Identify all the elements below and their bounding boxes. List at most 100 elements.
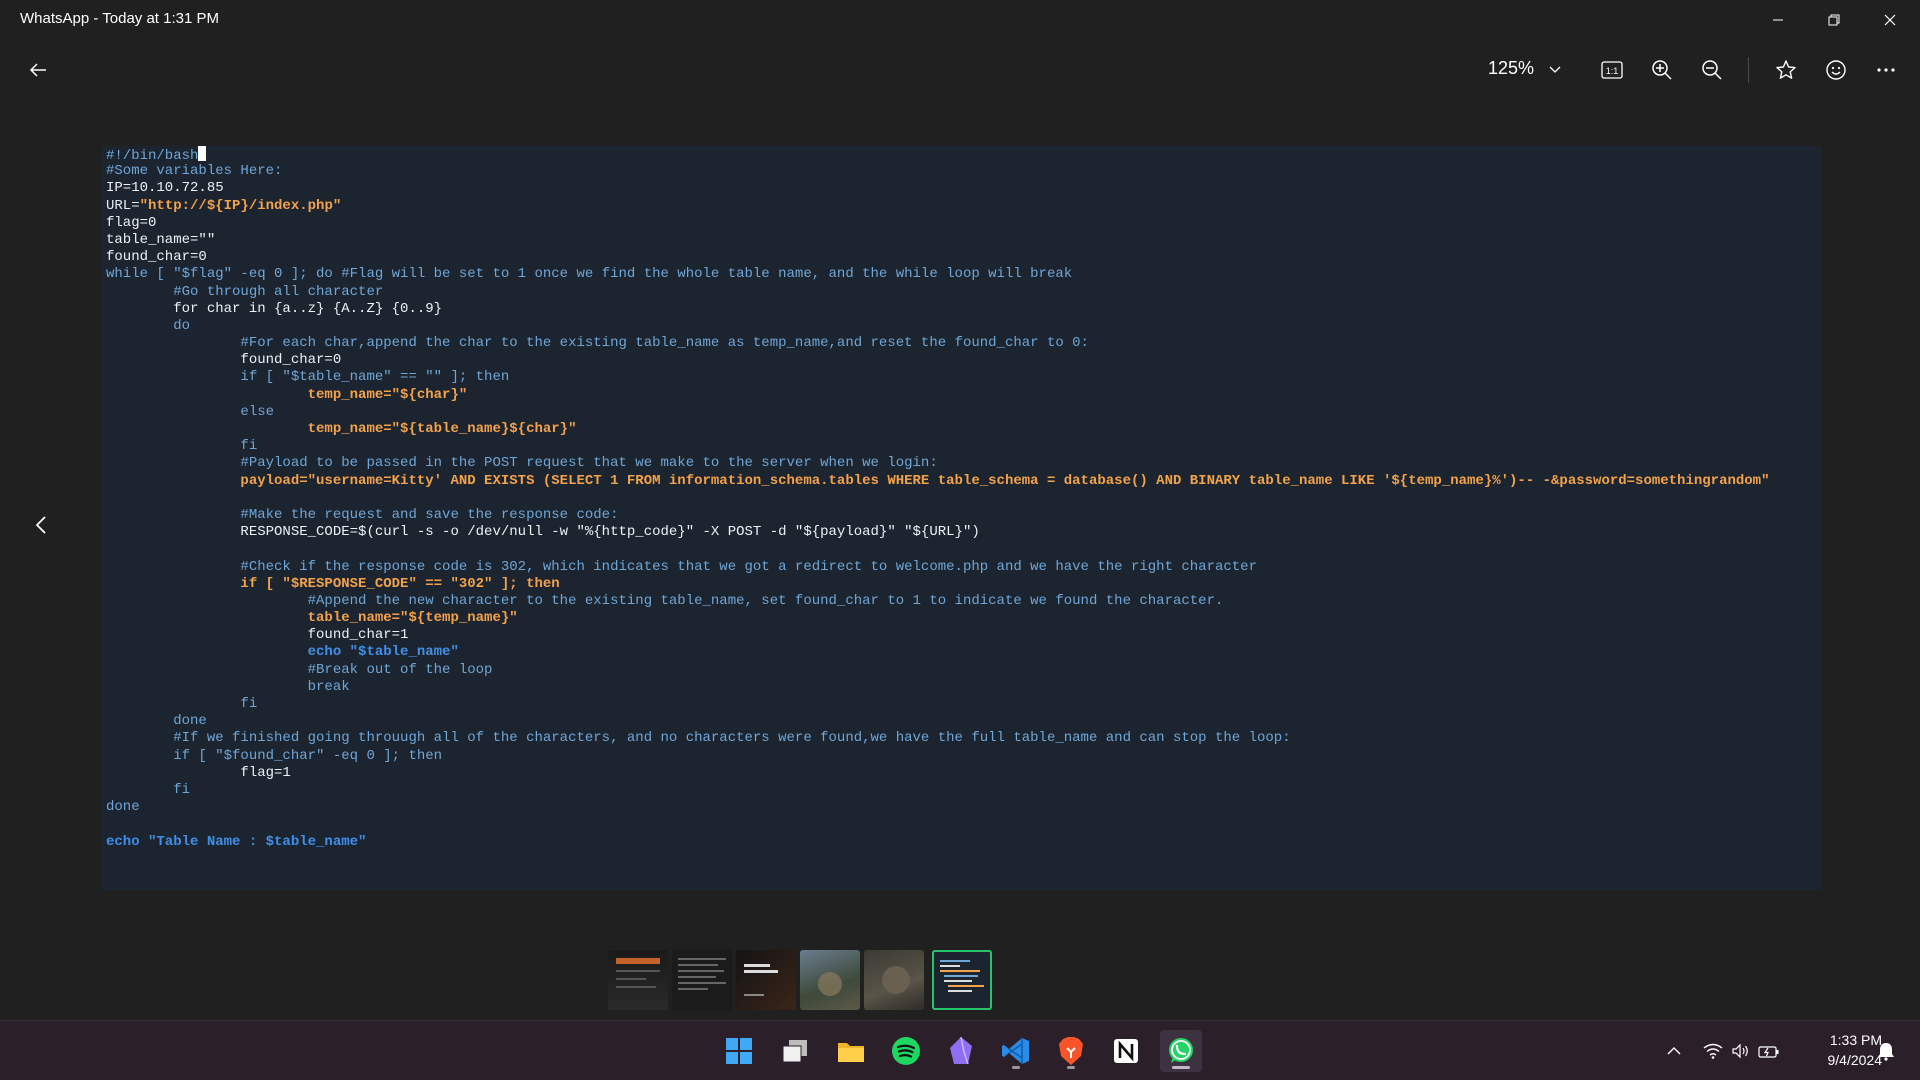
battery-icon [1758,1046,1779,1058]
running-indicator [1067,1066,1075,1069]
actual-size-button[interactable]: 1:1 [1592,50,1632,90]
code-line: else [106,403,275,420]
code-line: do [106,317,191,334]
thumbnail-3[interactable] [736,950,796,1010]
zoom-dropdown-button[interactable] [1535,50,1575,90]
zoom-level[interactable]: 125% [1488,58,1534,79]
code-line: table_name="" [106,231,216,248]
window-title: WhatsApp - Today at 1:31 PM [20,10,219,27]
file-explorer-icon [838,1043,864,1062]
code-line: for char in {a..z} {A..Z} {0..9} [106,300,443,317]
close-button[interactable] [1862,0,1918,39]
chevron-left-icon [35,516,46,534]
task-view-icon [782,1040,807,1063]
minimize-button[interactable] [1750,0,1806,39]
code-line: echo "$table_name" [106,644,459,661]
thumbnail-image [616,958,660,988]
notion-button[interactable] [1105,1030,1147,1072]
code-line: found_char=0 [106,249,207,266]
restore-button[interactable] [1806,0,1862,39]
code-line: flag=1 [106,764,291,781]
code-line: done [106,713,207,730]
star-icon [1776,60,1796,79]
code-line: #For each char,append the char to the ex… [106,335,1089,352]
svg-text:1:1: 1:1 [1606,66,1619,76]
thumbnail-image [678,958,726,990]
thumbnail-image [940,960,984,992]
code-line: #Make the request and save the response … [106,506,619,523]
windows-start-icon [726,1038,752,1064]
code-line: IP=10.10.72.85 [106,180,224,197]
title-bar: WhatsApp - Today at 1:31 PM [0,0,1920,39]
thumbnail-image [818,972,842,996]
code-line: if [ "$RESPONSE_CODE" == "302" ]; then [106,575,560,592]
restore-icon [1828,14,1840,25]
code-line: #Break out of the loop [106,661,493,678]
obsidian-button[interactable] [940,1030,982,1072]
code-line: RESPONSE_CODE=$(curl -s -o /dev/null -w … [106,524,980,541]
back-button[interactable] [18,50,58,90]
code-line: #Check if the response code is 302, whic… [106,558,1257,575]
brave-icon [1059,1037,1083,1065]
vscode-button[interactable] [995,1030,1037,1072]
code-line: temp_name="${table_name}${char}" [106,421,577,437]
zoom-out-icon [1702,60,1722,80]
code-line: if [ "$found_char" -eq 0 ]; then [106,747,443,764]
whatsapp-button[interactable] [1160,1030,1202,1072]
vscode-icon [1002,1038,1029,1064]
emoji-icon [1826,60,1846,80]
chevron-down-icon [1549,66,1561,73]
whatsapp-icon [1169,1038,1193,1063]
running-indicator [1012,1066,1020,1069]
code-line: while [ "$flag" -eq 0 ]; do #Flag will b… [106,266,1073,283]
wifi-button[interactable] [1696,1030,1730,1072]
react-button[interactable] [1816,50,1856,90]
code-line: #Append the new character to the existin… [106,592,1224,609]
code-line: break [106,678,350,695]
previous-image-button[interactable] [24,508,58,542]
thumbnail-4[interactable] [800,950,860,1010]
clock-time: 1:33 PM [1829,1032,1882,1048]
code-line: found_char=1 [106,627,409,644]
favorite-button[interactable] [1766,50,1806,90]
code-line: fi [106,781,191,798]
code-block: #!/bin/bash #Some variables Here: IP=10.10… [106,146,1769,851]
taskbar [0,1020,1920,1080]
thumbnail-5[interactable] [864,950,924,1010]
task-view-button[interactable] [774,1030,816,1072]
text-cursor [198,146,207,161]
code-line: URL="http://${IP}/index.php" [106,197,342,214]
code-line: fi [106,438,258,455]
wifi-icon [1703,1043,1723,1059]
thumbnail-2[interactable] [672,950,732,1010]
file-explorer-button[interactable] [830,1030,872,1072]
code-line: fi [106,696,258,712]
code-line: #!/bin/bash [106,146,1769,164]
more-options-button[interactable] [1866,50,1906,90]
code-line: temp_name="${char}" [106,386,468,403]
show-hidden-icons-button[interactable] [1654,1030,1694,1072]
active-indicator [1172,1066,1190,1069]
more-icon [1877,68,1895,72]
start-button[interactable] [718,1030,760,1072]
code-screenshot-image: #!/bin/bash #Some variables Here: IP=10.10… [102,146,1822,890]
spotify-button[interactable] [885,1030,927,1072]
zoom-in-button[interactable] [1642,50,1682,90]
volume-button[interactable] [1726,1030,1756,1072]
thumbnail-image [882,966,910,994]
battery-button[interactable] [1754,1030,1784,1072]
code-line: table_name="${temp_name}" [106,610,518,627]
thumbnail-1[interactable] [608,950,668,1010]
code-line: done [106,799,140,816]
system-clock[interactable]: 1:33 PM 9/4/2024 [1786,1030,1883,1070]
brave-button[interactable] [1050,1030,1092,1072]
toolbar-divider [1748,57,1749,83]
code-line: payload="username=Kitty' AND EXISTS (SEL… [106,472,1770,489]
spotify-icon [892,1037,920,1065]
thumbnail-6-active[interactable] [932,950,992,1010]
code-line: #Some variables Here: [106,163,283,180]
zoom-out-button[interactable] [1692,50,1732,90]
code-line: flag=0 [106,214,157,231]
